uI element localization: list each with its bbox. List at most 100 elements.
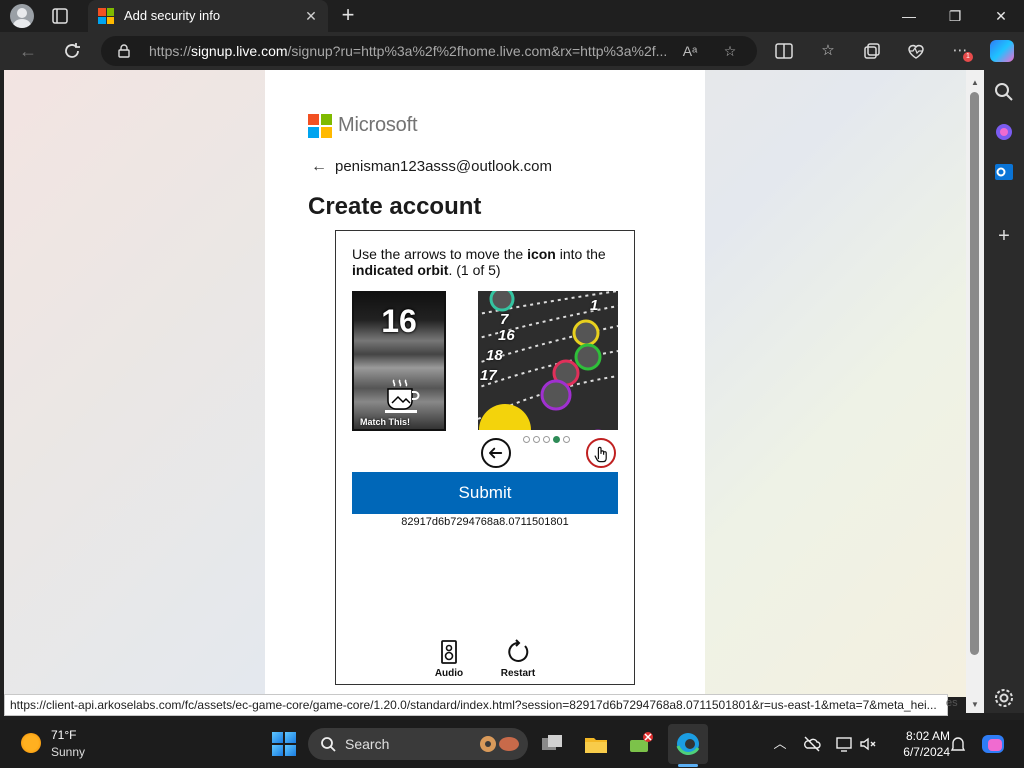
submit-button[interactable]: Submit (352, 472, 618, 514)
show-hidden-icons-icon[interactable]: ︿ (770, 734, 790, 754)
network-icon[interactable] (834, 734, 854, 754)
instr-text-1: Use the arrows to move the (352, 246, 528, 262)
browser-essentials-icon[interactable] (906, 41, 926, 61)
notification-badge: 1 (963, 52, 973, 62)
volume-muted-icon[interactable] (858, 734, 878, 754)
speaker-icon (441, 640, 457, 664)
orbit-number: 7 (500, 311, 509, 328)
sun-weather-icon[interactable] (21, 733, 41, 753)
game-app-icon[interactable] (626, 730, 654, 758)
clock-date: 6/7/2024 (903, 745, 950, 759)
restore-button[interactable]: ❐ (932, 0, 978, 32)
challenge-instructions: Use the arrows to move the icon into the… (352, 246, 622, 278)
settings-gear-icon[interactable] (992, 686, 1016, 710)
tab-actions-icon[interactable] (50, 6, 70, 26)
scroll-thumb[interactable] (970, 92, 979, 655)
pager-dot (533, 436, 540, 443)
file-explorer-icon[interactable] (582, 730, 610, 758)
tab-title: Add security info (124, 8, 221, 23)
signup-card: Microsoft ← penisman123asss@outlook.com … (265, 70, 705, 697)
collections-icon[interactable] (862, 41, 882, 61)
profile-avatar[interactable] (10, 4, 34, 28)
page-title: Create account (308, 193, 482, 220)
scroll-up-icon[interactable]: ▲ (970, 78, 980, 88)
address-bar[interactable]: https://signup.live.com/signup?ru=http%3… (101, 36, 757, 66)
search-highlight-icon (480, 736, 519, 752)
orbit-number: 18 (486, 347, 503, 364)
instr-bold-2: indicated orbit (352, 262, 449, 278)
target-image: 16 Match This! (352, 291, 446, 431)
url-text[interactable]: https://signup.live.com/signup?ru=http%3… (149, 43, 669, 59)
audio-label: Audio (434, 668, 464, 679)
onedrive-icon[interactable] (802, 734, 822, 754)
page-scrollbar[interactable]: ▲ ▼ (966, 70, 984, 713)
session-id: 82917d6b7294768a8.0711501801 (401, 516, 569, 528)
copilot-taskbar-icon[interactable] (980, 731, 1006, 757)
split-screen-icon[interactable] (774, 41, 794, 61)
copilot-icon[interactable] (990, 40, 1014, 62)
url-prefix: https:// (149, 43, 192, 59)
instr-text-2: into the (555, 246, 606, 262)
windows-taskbar: 71°F Sunny Search ︿ 8:02 AM 6/7/2024 (0, 720, 1024, 768)
close-window-button[interactable]: ✕ (978, 0, 1024, 32)
target-number: 16 (381, 303, 417, 339)
active-app-indicator (678, 764, 698, 767)
favorite-star-icon[interactable]: ☆ (721, 42, 739, 60)
active-tab[interactable]: Add security info ✕ (88, 0, 328, 32)
lock-icon[interactable] (117, 44, 131, 58)
orbit-puzzle-image: 1 7 16 18 17 (478, 291, 618, 430)
left-arrow-button[interactable] (481, 438, 511, 468)
task-view-icon[interactable] (538, 730, 566, 758)
match-label: Match This! (360, 417, 411, 427)
system-clock[interactable]: 8:02 AM 6/7/2024 (880, 728, 950, 760)
url-host: signup.live.com (191, 43, 288, 59)
taskbar-search[interactable]: Search (308, 728, 528, 760)
microsoft-logo-icon (308, 114, 332, 138)
web-page: Microsoft ← penisman123asss@outlook.com … (4, 70, 966, 697)
new-tab-button[interactable]: + (337, 4, 359, 27)
start-button[interactable] (272, 732, 296, 756)
title-bar: Add security info ✕ + — ❐ ✕ (0, 0, 1024, 32)
read-aloud-icon[interactable]: Aᵃ (681, 42, 699, 60)
orbit-number: 1 (590, 297, 599, 314)
notification-icon[interactable] (948, 734, 968, 754)
scroll-down-icon[interactable]: ▼ (970, 700, 980, 710)
clock-time: 8:02 AM (905, 729, 950, 743)
edge-sidebar: + (984, 70, 1024, 713)
add-sidebar-app-icon[interactable]: + (992, 224, 1016, 248)
outlook-icon[interactable] (992, 160, 1016, 184)
search-icon (321, 737, 336, 752)
restart-icon (508, 639, 529, 662)
url-path: /signup?ru=http%3a%2f%2fhome.live.com&rx… (287, 43, 668, 59)
brand-name: Microsoft (338, 114, 418, 136)
round-pager (523, 436, 573, 444)
favorites-icon[interactable]: ☆ (818, 41, 838, 61)
tab-close-icon[interactable]: ✕ (302, 7, 320, 25)
status-bar-tail: es (946, 697, 958, 709)
refresh-icon[interactable] (60, 39, 84, 63)
coffee-cup-icon (385, 379, 420, 413)
weather-condition[interactable]: Sunny (51, 745, 85, 759)
right-arrow-button[interactable] (586, 438, 616, 468)
restart-button[interactable]: Restart (493, 639, 543, 679)
restart-label: Restart (500, 668, 536, 679)
search-icon[interactable] (992, 80, 1016, 104)
audio-button[interactable]: Audio (424, 639, 474, 679)
captcha-challenge: Use the arrows to move the icon into the… (335, 230, 635, 685)
copilot-sidebar-icon[interactable] (992, 120, 1016, 144)
back-arrow-icon[interactable]: ← (311, 158, 329, 176)
browser-toolbar: ← https://signup.live.com/signup?ru=http… (0, 32, 1024, 70)
pager-dot (543, 436, 550, 443)
pager-dot (563, 436, 570, 443)
instr-text-3: . (1 of 5) (448, 262, 501, 278)
account-email: penisman123asss@outlook.com (335, 158, 553, 175)
back-icon[interactable]: ← (16, 39, 40, 63)
search-label: Search (345, 736, 390, 752)
status-bar-url: https://client-api.arkoselabs.com/fc/ass… (4, 694, 948, 716)
instr-bold-1: icon (527, 246, 556, 262)
microsoft-favicon-icon (98, 8, 114, 24)
edge-browser-icon[interactable] (674, 730, 702, 758)
minimize-button[interactable]: — (886, 0, 932, 32)
pager-dot-active (553, 436, 560, 443)
weather-temperature[interactable]: 71°F (51, 728, 76, 742)
